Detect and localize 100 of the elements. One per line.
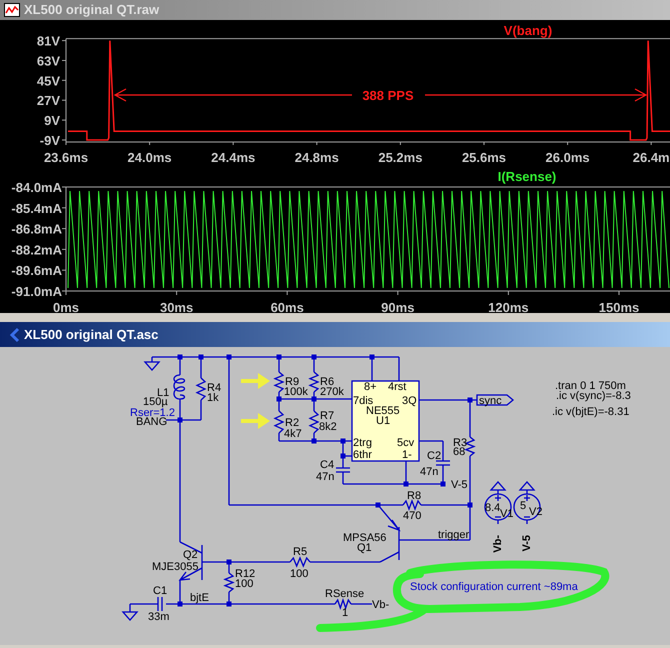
annotation-text: 388 PPS xyxy=(362,88,414,103)
schematic-label: Q2 xyxy=(183,549,198,561)
y-tick-label: -88.2mA xyxy=(11,242,62,258)
schematic-label: RSense xyxy=(325,588,364,600)
resistor-symbol xyxy=(308,372,320,392)
y-tick-label: -9V xyxy=(40,133,60,148)
schematic-label: 270k xyxy=(320,386,344,398)
schematic-label: 100k xyxy=(284,386,308,398)
x-tick-label: 60ms xyxy=(270,300,304,313)
schematic-label: 100 xyxy=(235,578,254,590)
schematic-label: R8 xyxy=(407,490,422,502)
schematic-label: R7 xyxy=(320,410,334,422)
schematic-label: bjtE xyxy=(190,592,209,604)
schematic-label: 100 xyxy=(290,568,308,580)
capacitor-symbol xyxy=(335,467,351,473)
y-tick-label: 45V xyxy=(36,73,60,88)
ground-symbol xyxy=(122,611,138,621)
x-tick-label: 26.4m xyxy=(632,150,670,165)
schematic-label: 8k2 xyxy=(319,421,337,433)
net-flag: sync xyxy=(476,394,514,407)
resistor-symbol xyxy=(402,499,422,511)
schematic-label: .ic v(sync)=-8.3 xyxy=(556,390,631,402)
y-tick-label: -84.0mA xyxy=(11,180,62,195)
y-tick-label: -85.4mA xyxy=(11,200,62,216)
window-title: XL500 original QT.asc xyxy=(24,326,158,344)
y-tick-label: -91.0mA xyxy=(11,284,62,299)
x-tick-label: 30ms xyxy=(160,300,194,313)
schematic-label: Q1 xyxy=(357,542,372,554)
schematic-label: C4 xyxy=(320,459,334,471)
schematic-label: BANG xyxy=(136,416,168,428)
ground-symbol xyxy=(144,361,160,371)
schematic-icon xyxy=(8,326,20,342)
schematic-label: U1 xyxy=(376,415,390,427)
schematic-label: 1 xyxy=(342,607,348,619)
schematic-label: MJE3055 xyxy=(152,561,198,573)
schematic-label: 47n xyxy=(420,466,438,478)
schematic-label: 4rst xyxy=(388,381,406,393)
schematic-label: R2 xyxy=(285,417,300,429)
x-tick-label: 24.0ms xyxy=(128,150,172,165)
schematic-label: 5 xyxy=(520,500,526,512)
x-tick-label: 150ms xyxy=(598,300,640,313)
schematic-label: trigger xyxy=(438,529,470,541)
schematic-label: 5cv xyxy=(397,437,414,449)
net-label: Vb- xyxy=(492,535,504,553)
trace-label: I(Rsense) xyxy=(498,169,556,184)
schematic-label: R3 xyxy=(453,437,468,449)
x-tick-label: 26.0ms xyxy=(546,150,590,165)
x-tick-label: 0ms xyxy=(52,300,80,313)
capacitor-symbol xyxy=(157,596,163,612)
schematic-label: 2trg xyxy=(353,437,372,449)
y-tick-label: -89.6mA xyxy=(11,263,62,278)
x-tick-label: 23.6ms xyxy=(44,150,88,165)
y-tick-label: 81V xyxy=(36,34,60,49)
waveform-icon xyxy=(4,3,20,17)
schematic-label: 8.4 xyxy=(485,502,500,514)
x-tick-label: 24.4ms xyxy=(211,150,256,165)
schematic-label: 33m xyxy=(148,611,170,623)
schematic-label: C1 xyxy=(153,585,168,597)
schematic-label: R6 xyxy=(320,376,334,388)
schematic-label: NE555 xyxy=(366,405,400,417)
schematic-label: 4k7 xyxy=(284,428,302,440)
resistor-symbol xyxy=(273,410,285,434)
schematic-label: R5 xyxy=(293,546,308,558)
schematic-label: 7dis xyxy=(353,395,374,407)
resistor-symbol xyxy=(273,372,285,392)
schematic-label: 150µ xyxy=(143,396,168,408)
schematic-label: R12 xyxy=(235,568,256,580)
schematic-label: 3Q xyxy=(402,395,417,407)
resistor-symbol xyxy=(223,572,235,592)
x-tick-label: 120ms xyxy=(488,300,529,313)
arrow-icon xyxy=(241,413,270,429)
schematic-label: 1k xyxy=(207,392,219,404)
net-label: V-5 xyxy=(521,535,533,552)
schematic-label: 6thr xyxy=(353,449,372,461)
voltage-source-symbol xyxy=(484,481,512,525)
x-tick-label: 25.6ms xyxy=(462,150,506,165)
x-tick-label: 90ms xyxy=(381,300,414,313)
trace-label: V(bang) xyxy=(504,23,552,38)
schematic-label: .tran 0 1 750m xyxy=(555,380,626,392)
schematic-label: Vb- xyxy=(372,599,390,611)
schematic-label: R4 xyxy=(207,382,222,394)
schematic-label: .ic v(bjtE)=-8.31 xyxy=(552,406,630,418)
comment-text: Stock configuration current ~89ma xyxy=(410,581,578,593)
attribute-label: Rser=1.2 xyxy=(130,407,175,419)
schematic-label: 470 xyxy=(403,510,422,522)
x-tick-label: 24.8ms xyxy=(294,150,339,165)
y-tick-label: 27V xyxy=(36,93,60,108)
x-tick-label: 25.2ms xyxy=(378,150,422,165)
schematic-label: 8+ xyxy=(364,381,377,393)
schematic-label: 1- xyxy=(402,449,412,461)
voltage-source-symbol xyxy=(513,481,541,525)
capacitor-symbol xyxy=(435,460,451,466)
schematic-label: 47n xyxy=(316,471,334,483)
schematic-label: MPSA56 xyxy=(343,532,386,544)
window-title: XL500 original QT.raw xyxy=(24,1,160,20)
y-tick-label: -86.8mA xyxy=(11,222,62,237)
resistor-symbol xyxy=(308,410,320,434)
y-tick-label: 63V xyxy=(36,53,60,68)
resistor-symbol xyxy=(195,378,207,400)
schematic-label: R9 xyxy=(285,376,300,388)
